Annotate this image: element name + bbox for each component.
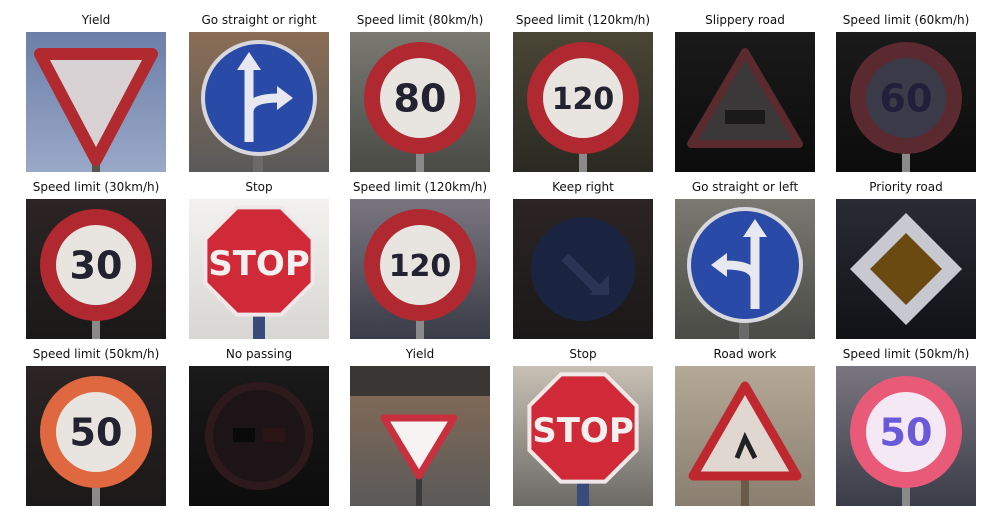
image-title: No passing bbox=[225, 347, 293, 361]
image-title: Road work bbox=[713, 347, 777, 361]
svg-text:80: 80 bbox=[394, 77, 447, 121]
image-title: Go straight or left bbox=[691, 180, 799, 194]
image-title: Speed limit (120km/h) bbox=[352, 180, 488, 194]
traffic-sign-image bbox=[836, 199, 976, 339]
image-title: Priority road bbox=[869, 180, 943, 194]
svg-text:120: 120 bbox=[552, 82, 615, 117]
traffic-sign-image bbox=[513, 199, 653, 339]
svg-text:60: 60 bbox=[880, 77, 933, 121]
image-title: Speed limit (50km/h) bbox=[842, 347, 970, 361]
image-title: Speed limit (30km/h) bbox=[32, 180, 160, 194]
image-title: Speed limit (60km/h) bbox=[842, 13, 970, 27]
traffic-sign-image: 50 bbox=[836, 366, 976, 506]
image-title: Speed limit (80km/h) bbox=[356, 13, 484, 27]
traffic-sign-image bbox=[26, 32, 166, 172]
traffic-sign-image: 120 bbox=[513, 32, 653, 172]
traffic-sign-image bbox=[675, 32, 815, 172]
traffic-sign-image bbox=[350, 366, 490, 506]
svg-text:50: 50 bbox=[880, 411, 933, 455]
traffic-sign-image: 80 bbox=[350, 32, 490, 172]
image-title: Keep right bbox=[552, 180, 614, 194]
image-title: Yield bbox=[405, 347, 435, 361]
traffic-sign-image bbox=[675, 366, 815, 506]
svg-text:120: 120 bbox=[389, 249, 452, 284]
traffic-sign-image: 120 bbox=[350, 199, 490, 339]
traffic-sign-image bbox=[189, 32, 329, 172]
traffic-sign-image: 60 bbox=[836, 32, 976, 172]
image-title: Stop bbox=[245, 180, 273, 194]
image-title: Speed limit (50km/h) bbox=[32, 347, 160, 361]
traffic-sign-image bbox=[189, 366, 329, 506]
traffic-sign-image bbox=[675, 199, 815, 339]
image-title: Slippery road bbox=[705, 13, 785, 27]
svg-text:50: 50 bbox=[70, 411, 123, 455]
image-title: Yield bbox=[81, 13, 111, 27]
image-title: Stop bbox=[569, 347, 597, 361]
traffic-sign-image: STOP bbox=[513, 366, 653, 506]
traffic-sign-image: 50 bbox=[26, 366, 166, 506]
traffic-sign-image: STOP bbox=[189, 199, 329, 339]
svg-text:STOP: STOP bbox=[208, 244, 310, 284]
traffic-sign-image: 30 bbox=[26, 199, 166, 339]
svg-text:STOP: STOP bbox=[532, 411, 634, 451]
svg-text:30: 30 bbox=[70, 244, 123, 288]
image-title: Go straight or right bbox=[201, 13, 317, 27]
image-title: Speed limit (120km/h) bbox=[515, 13, 651, 27]
